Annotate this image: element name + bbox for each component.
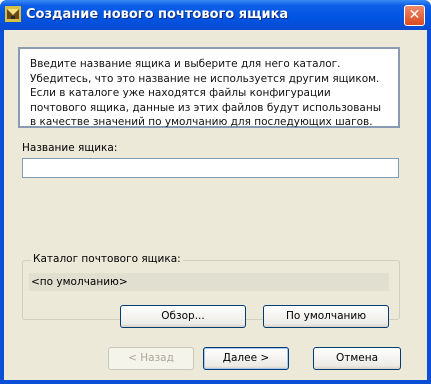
wizard-window: Создание нового почтового ящика ✕ Введит…	[0, 0, 431, 384]
dialog-body: Введите название ящика и выберите для не…	[4, 30, 427, 380]
window-title: Создание нового почтового ящика	[26, 7, 289, 22]
title-bar[interactable]: Создание нового почтового ящика ✕	[0, 0, 431, 30]
next-button[interactable]: Далее >	[203, 347, 289, 370]
catalog-group-title: Каталог почтового ящика:	[31, 253, 183, 265]
intro-text: Введите название ящика и выберите для не…	[18, 47, 400, 128]
back-button[interactable]: < Назад	[108, 347, 194, 370]
default-catalog-button[interactable]: По умолчанию	[263, 305, 389, 328]
browse-button[interactable]: Обзор...	[120, 305, 246, 328]
catalog-path-value: <по умолчанию>	[29, 273, 389, 291]
mailbox-name-input[interactable]	[22, 158, 399, 178]
mailbox-name-label: Название ящика:	[22, 142, 118, 154]
close-button[interactable]: ✕	[404, 5, 425, 26]
close-icon: ✕	[408, 7, 421, 23]
cancel-button[interactable]: Отмена	[313, 347, 401, 370]
mailbox-wizard-icon	[5, 6, 21, 22]
